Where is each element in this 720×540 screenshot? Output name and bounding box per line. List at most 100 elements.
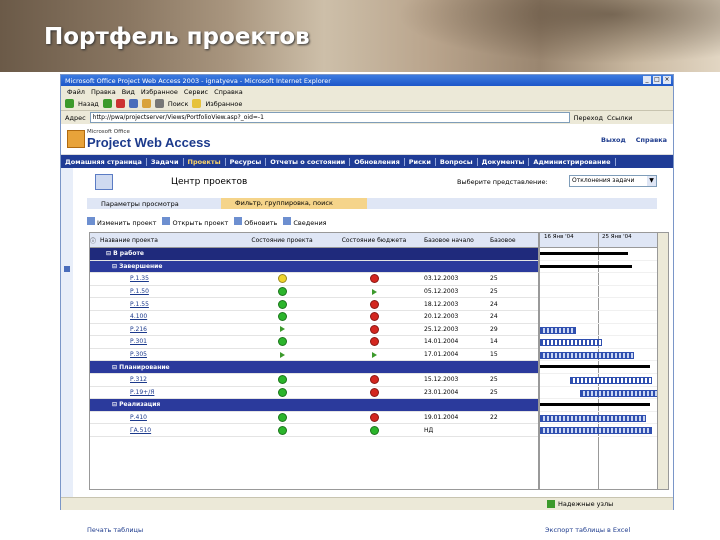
nav-risks[interactable]: Риски (405, 157, 436, 166)
project-row[interactable]: Р.1.50 05.12.2003 25 (90, 286, 538, 299)
view-select[interactable]: Отклонения задачи ▼ (569, 175, 657, 187)
col-budget-status[interactable]: Состояние бюджета (324, 237, 424, 244)
budget-status-cell (324, 387, 424, 397)
budget-status-cell (324, 274, 424, 284)
project-link[interactable]: Р.312 (100, 376, 147, 383)
nav-home[interactable]: Домашняя страница (61, 157, 147, 166)
project-status-cell (240, 387, 324, 397)
minimize-button[interactable]: _ (643, 76, 651, 84)
logout-link[interactable]: Выход (601, 136, 626, 144)
chevron-down-icon[interactable]: ▼ (647, 176, 656, 186)
project-row[interactable]: Р.305 17.01.2004 15 (90, 349, 538, 362)
edit-icon (87, 217, 95, 225)
search-button[interactable]: Поиск (168, 100, 189, 108)
window-title: Microsoft Office Project Web Access 2003… (65, 76, 331, 85)
edit-project-action[interactable]: Изменить проект (87, 217, 156, 227)
col-project-name[interactable]: Название проекта (100, 237, 240, 244)
project-row[interactable]: Р.312 15.12.2003 25 (90, 374, 538, 387)
nav-tasks[interactable]: Задачи (147, 157, 184, 166)
back-icon[interactable] (65, 99, 74, 108)
stop-icon[interactable] (115, 99, 125, 108)
project-link[interactable]: 4.100 (100, 313, 147, 320)
slide-title: Портфель проектов (44, 24, 310, 50)
project-link[interactable]: Р.19+/Я (100, 389, 154, 396)
export-excel-link[interactable]: Экспорт таблицы в Excel (545, 526, 630, 534)
tab-view-options[interactable]: Параметры просмотра (87, 200, 221, 208)
close-button[interactable]: × (663, 76, 671, 84)
nav-updates[interactable]: Обновления (350, 157, 405, 166)
go-button[interactable]: Переход (574, 114, 603, 122)
project-status-cell (240, 337, 324, 347)
project-row[interactable]: Р.1.35 03.12.2003 25 (90, 273, 538, 286)
view-label: Выберите представление: (457, 178, 548, 186)
project-row[interactable]: ГА.510 НД (90, 424, 538, 437)
project-link[interactable]: Р.301 (100, 338, 147, 345)
gantt-header: 16 Янв '04 25 Янв '04 (540, 233, 658, 248)
forward-icon[interactable] (102, 99, 112, 108)
project-link[interactable]: Р.1.55 (100, 301, 149, 308)
project-link[interactable]: Р.216 (100, 326, 147, 333)
gantt-row (540, 361, 658, 374)
app-header: Microsoft Office Project Web Access Выхо… (61, 124, 673, 155)
nav-projects[interactable]: Проекты (184, 157, 226, 166)
vertical-scrollbar[interactable] (657, 232, 669, 490)
project-status-cell (240, 375, 324, 385)
menu-view[interactable]: Вид (122, 88, 135, 96)
baseline-cell: 24 (490, 313, 498, 321)
nav-resources[interactable]: Ресурсы (226, 157, 267, 166)
nav-status-reports[interactable]: Отчеты о состоянии (266, 157, 351, 166)
banner-photo (360, 0, 720, 72)
print-grid-link[interactable]: Печать таблицы (87, 526, 143, 536)
refresh-icon[interactable] (128, 99, 138, 108)
help-link[interactable]: Справка (636, 136, 667, 144)
page-content: Microsoft Office Project Web Access Выхо… (61, 124, 673, 534)
search-icon[interactable] (154, 99, 164, 108)
project-link[interactable]: ГА.510 (100, 427, 151, 434)
project-link[interactable]: Р.1.35 (100, 275, 149, 282)
col-project-status[interactable]: Состояние проекта (240, 237, 324, 244)
project-link[interactable]: Р.410 (100, 414, 147, 421)
menu-favorites[interactable]: Избранное (141, 88, 178, 96)
project-row[interactable]: 4.100 20.12.2003 24 (90, 311, 538, 324)
menu-tools[interactable]: Сервис (184, 88, 208, 96)
project-link[interactable]: Р.305 (100, 351, 147, 358)
project-row[interactable]: Р.410 19.01.2004 22 (90, 412, 538, 425)
maximize-button[interactable]: □ (653, 76, 661, 84)
nav-documents[interactable]: Документы (478, 157, 530, 166)
menu-edit[interactable]: Правка (91, 88, 116, 96)
group-row[interactable]: ⊟ В работе (90, 248, 538, 261)
group-row[interactable]: ⊟ Планирование (90, 361, 538, 374)
tab-filter-group-search[interactable]: Фильтр, группировка, поиск (221, 198, 367, 209)
project-link[interactable]: Р.1.50 (100, 288, 149, 295)
address-input[interactable]: http://pwa/projectserver/Views/Portfolio… (89, 112, 570, 123)
menu-help[interactable]: Справка (214, 88, 243, 96)
col-baseline[interactable]: Базовое (490, 237, 520, 244)
open-project-action[interactable]: Открыть проект (162, 217, 228, 227)
grid-rows: ⊟ В работе ⊟ Завершение Р.1.35 03.12.2003 25… (90, 248, 538, 437)
group-row[interactable]: ⊟ Реализация (90, 399, 538, 412)
back-button[interactable]: Назад (78, 100, 99, 108)
side-marker-icon[interactable] (64, 266, 70, 272)
nav-issues[interactable]: Вопросы (436, 157, 478, 166)
gantt-row (540, 424, 658, 437)
home-icon[interactable] (141, 99, 151, 108)
baseline-start-cell: 17.01.2004 (424, 351, 459, 359)
links-button[interactable]: Ссылки (607, 114, 633, 122)
favorites-button[interactable]: Избранное (205, 100, 242, 108)
gantt-row (540, 349, 658, 362)
project-row[interactable]: Р.19+/Я 23.01.2004 25 (90, 387, 538, 400)
favorites-icon[interactable] (192, 99, 202, 108)
task-bar (580, 389, 658, 397)
details-action[interactable]: Сведения (283, 217, 327, 227)
project-row[interactable]: Р.301 14.01.2004 14 (90, 336, 538, 349)
refresh-action[interactable]: Обновить (234, 217, 277, 227)
nav-admin[interactable]: Администрирование (529, 157, 616, 166)
red-status-icon (369, 312, 379, 322)
project-row[interactable]: Р.1.55 18.12.2003 24 (90, 298, 538, 311)
col-baseline-start[interactable]: Базовое начало (424, 237, 490, 244)
project-name-cell: ⊟ Реализация (100, 401, 252, 408)
group-row[interactable]: ⊟ Завершение (90, 260, 538, 274)
project-row[interactable]: Р.216 25.12.2003 29 (90, 324, 538, 337)
gantt-row (540, 286, 658, 299)
menu-file[interactable]: Файл (67, 88, 85, 96)
